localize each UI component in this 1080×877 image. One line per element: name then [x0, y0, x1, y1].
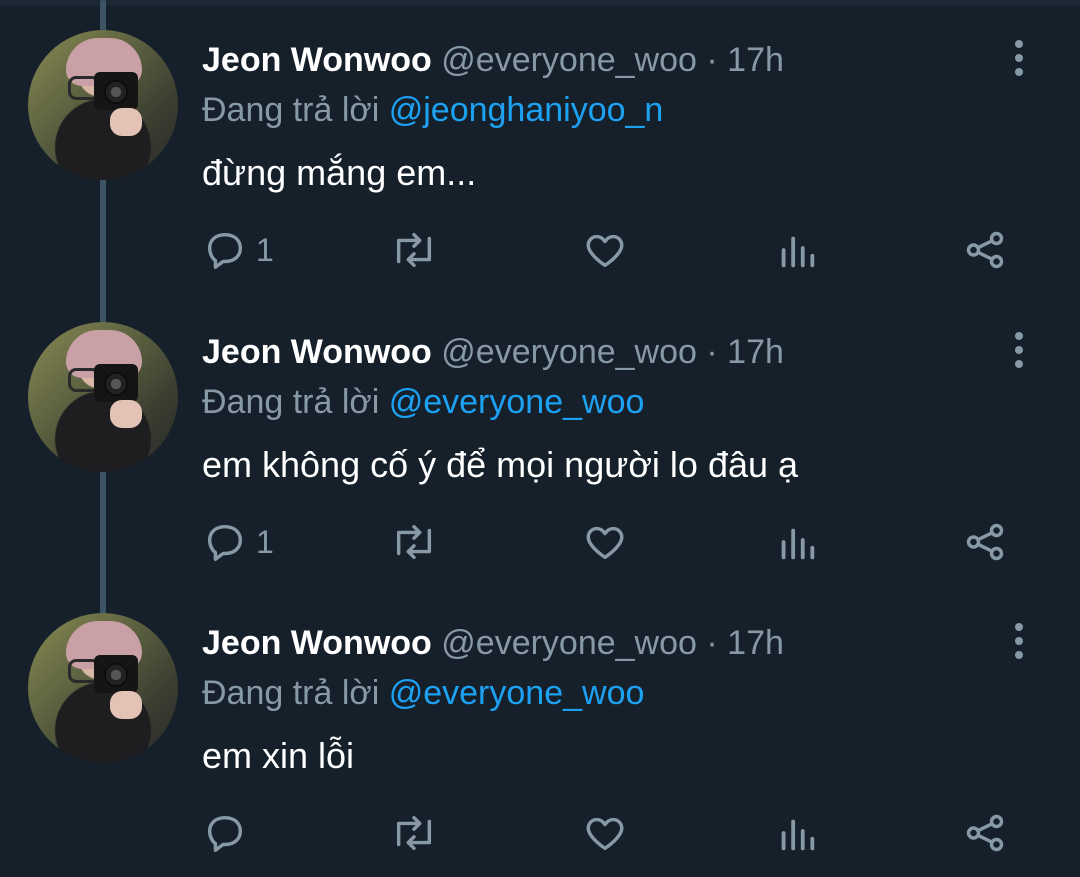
tweet-text: em xin lỗi — [202, 735, 355, 776]
share-button[interactable] — [962, 512, 1008, 572]
like-button[interactable] — [582, 512, 628, 572]
more-vertical-icon[interactable] — [1004, 38, 1034, 78]
reply-button[interactable]: 1 — [202, 220, 274, 280]
tweet[interactable]: Jeon Wonwoo @everyone_woo · 17h Đang trả… — [0, 583, 1080, 873]
heart-icon — [586, 526, 624, 560]
retweet-icon — [396, 232, 432, 268]
mention-link[interactable]: @jeonghaniyoo_n — [389, 91, 664, 129]
timestamp[interactable]: 17h — [727, 41, 784, 79]
avatar[interactable] — [28, 613, 178, 763]
analytics-icon — [781, 528, 815, 560]
tweet[interactable]: Jeon Wonwoo @everyone_woo · 17h Đang trả… — [0, 292, 1080, 582]
avatar[interactable] — [28, 30, 178, 180]
share-icon — [966, 231, 1004, 269]
tweet-header: Jeon Wonwoo @everyone_woo · 17h — [202, 621, 784, 665]
avatar[interactable] — [28, 322, 178, 472]
analytics-icon — [781, 236, 815, 268]
author-handle[interactable]: @everyone_woo — [441, 41, 697, 79]
mention-link[interactable]: @everyone_woo — [389, 383, 645, 421]
replying-to: Đang trả lời @everyone_woo — [202, 671, 644, 715]
share-button[interactable] — [962, 803, 1008, 863]
analytics-icon — [781, 819, 815, 851]
retweet-button[interactable] — [386, 220, 442, 280]
separator-dot: · — [706, 41, 718, 79]
reply-button[interactable]: 1 — [202, 512, 274, 572]
replying-to: Đang trả lời @everyone_woo — [202, 380, 644, 424]
reply-count: 1 — [256, 523, 274, 560]
heart-icon — [586, 234, 624, 268]
reply-icon — [207, 524, 243, 561]
views-button[interactable] — [774, 512, 820, 572]
like-button[interactable] — [582, 803, 628, 863]
tweet-text: đừng mắng em... — [202, 152, 477, 193]
reply-icon — [207, 232, 243, 269]
retweet-button[interactable] — [386, 803, 442, 863]
separator-dot: · — [706, 333, 718, 371]
heart-icon — [586, 817, 624, 851]
author-name[interactable]: Jeon Wonwoo — [202, 333, 432, 371]
tweet-header: Jeon Wonwoo @everyone_woo · 17h — [202, 330, 784, 374]
timestamp[interactable]: 17h — [727, 624, 784, 662]
replying-to-label: Đang trả lời — [202, 383, 380, 421]
reply-icon — [207, 815, 243, 852]
more-vertical-icon[interactable] — [1004, 330, 1034, 370]
author-handle[interactable]: @everyone_woo — [441, 624, 697, 662]
author-name[interactable]: Jeon Wonwoo — [202, 41, 432, 79]
author-handle[interactable]: @everyone_woo — [441, 333, 697, 371]
retweet-icon — [396, 524, 432, 560]
tweet-actions: 1 — [0, 512, 1080, 572]
replying-to-label: Đang trả lời — [202, 674, 380, 712]
tweet-actions — [0, 803, 1080, 863]
share-icon — [966, 814, 1004, 852]
views-button[interactable] — [774, 220, 820, 280]
tweet-actions: 1 — [0, 220, 1080, 280]
separator-dot: · — [706, 624, 718, 662]
views-button[interactable] — [774, 803, 820, 863]
retweet-icon — [396, 815, 432, 851]
reply-count: 1 — [256, 231, 274, 268]
retweet-button[interactable] — [386, 512, 442, 572]
timestamp[interactable]: 17h — [727, 333, 784, 371]
tweet-header: Jeon Wonwoo @everyone_woo · 17h — [202, 38, 784, 82]
share-icon — [966, 523, 1004, 561]
more-vertical-icon[interactable] — [1004, 621, 1034, 661]
reply-button[interactable] — [202, 803, 256, 863]
tweet[interactable]: Jeon Wonwoo @everyone_woo · 17h Đang trả… — [0, 0, 1080, 290]
mention-link[interactable]: @everyone_woo — [389, 674, 645, 712]
share-button[interactable] — [962, 220, 1008, 280]
replying-to-label: Đang trả lời — [202, 91, 380, 129]
tweet-text: em không cố ý để mọi người lo đâu ạ — [202, 444, 799, 485]
author-name[interactable]: Jeon Wonwoo — [202, 624, 432, 662]
like-button[interactable] — [582, 220, 628, 280]
replying-to: Đang trả lời @jeonghaniyoo_n — [202, 88, 663, 132]
